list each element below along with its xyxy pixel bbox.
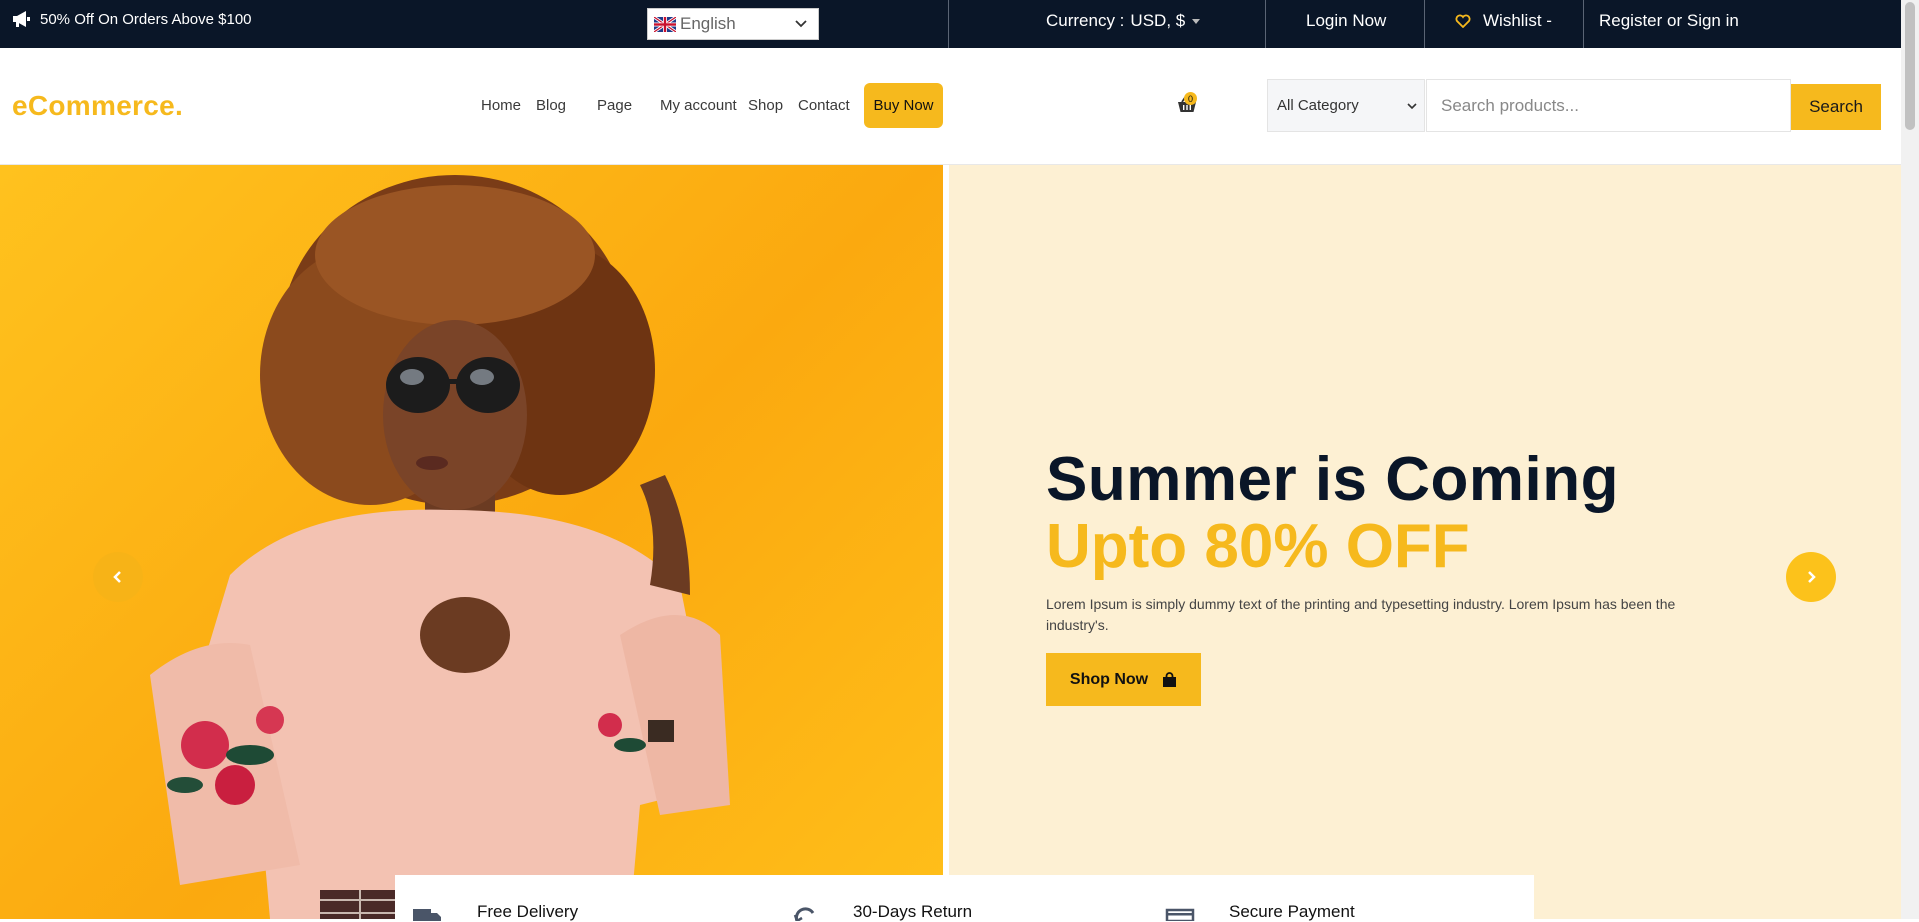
chevron-down-icon (795, 20, 807, 28)
feature-returns: 30-Days Return (771, 875, 1141, 921)
feature-label: 30-Days Return (853, 902, 973, 921)
nav-my-account[interactable]: My account (660, 97, 737, 114)
features-bar: Free Delivery 30-Days Return Secure Paym… (395, 875, 1534, 921)
register-link[interactable]: Register or Sign in (1599, 0, 1739, 42)
arrow-left-icon (113, 571, 121, 583)
nav-shop[interactable]: Shop (748, 97, 783, 114)
shop-now-label: Shop Now (1069, 670, 1149, 688)
nav-home[interactable]: Home (481, 97, 521, 114)
scrollbar-thumb[interactable] (1905, 2, 1915, 130)
chevron-down-icon (1407, 103, 1417, 110)
hero-subtitle: Upto 80% OFF (1046, 512, 1470, 581)
feature-secure-payment: Secure Payment (1147, 875, 1527, 921)
currency-value: USD, $ (1130, 11, 1186, 30)
wishlist-link[interactable]: Wishlist - (1455, 0, 1552, 42)
slider-prev-button[interactable] (93, 552, 143, 602)
search-button[interactable]: Search (1791, 84, 1881, 130)
divider (1424, 0, 1425, 48)
shop-now-button[interactable]: Shop Now (1046, 653, 1201, 706)
currency-selector[interactable]: Currency : USD, $ (1046, 0, 1201, 42)
hero-title: Summer is Coming (1046, 445, 1619, 514)
divider (948, 0, 949, 48)
language-value: English (680, 14, 736, 33)
feature-label: Secure Payment (1229, 902, 1355, 921)
uk-flag-icon (654, 16, 676, 32)
megaphone-icon (13, 11, 30, 27)
page-scrollbar[interactable] (1901, 0, 1919, 919)
top-bar: 50% Off On Orders Above $100 English Cur… (0, 0, 1901, 48)
caret-down-icon (1192, 18, 1201, 24)
cart-count-badge: 0 (1184, 92, 1197, 105)
category-value: All Category (1277, 97, 1359, 114)
main-header: eCommerce. Home Blog Page My account Sho… (0, 48, 1901, 165)
nav-contact[interactable]: Contact (798, 97, 850, 114)
promo-banner: 50% Off On Orders Above $100 (12, 0, 252, 38)
nav-page[interactable]: Page (597, 97, 632, 114)
heart-icon (1455, 14, 1471, 28)
login-link[interactable]: Login Now (1306, 0, 1386, 42)
arrow-right-icon (1808, 571, 1816, 583)
model-illustration (150, 175, 730, 919)
search-input[interactable]: Search products... (1426, 79, 1791, 132)
category-select[interactable]: All Category (1267, 79, 1425, 132)
search-placeholder: Search products... (1441, 95, 1579, 115)
divider (1583, 0, 1584, 48)
site-logo[interactable]: eCommerce. (12, 90, 183, 122)
hero-description: Lorem Ipsum is simply dummy text of the … (1046, 596, 1676, 633)
shopping-bag-icon (1163, 671, 1177, 687)
feature-free-delivery: Free Delivery (395, 875, 765, 921)
slider-next-button[interactable] (1786, 552, 1836, 602)
buy-now-button[interactable]: Buy Now (864, 83, 943, 128)
promo-text: 50% Off On Orders Above $100 (40, 10, 252, 28)
nav-blog[interactable]: Blog (536, 97, 566, 114)
currency-label: Currency : (1046, 11, 1125, 30)
feature-label: Free Delivery (477, 902, 579, 921)
language-select[interactable]: English (647, 8, 819, 40)
hero-image (0, 165, 943, 919)
divider (1265, 0, 1266, 48)
wishlist-label: Wishlist - (1483, 11, 1552, 30)
